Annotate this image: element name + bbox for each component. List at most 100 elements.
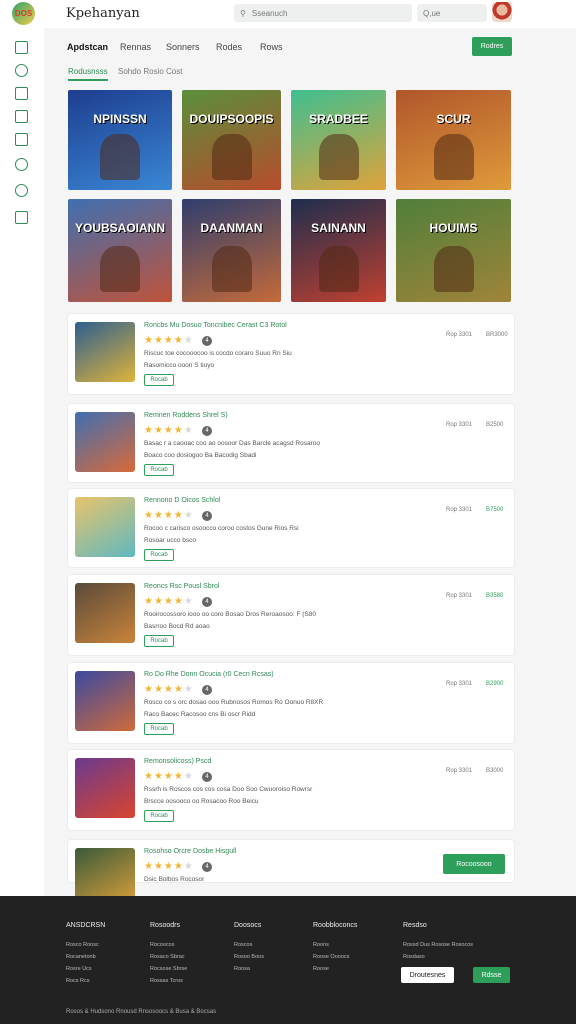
card-action-button[interactable]: Rocab <box>144 464 174 476</box>
help-icon[interactable] <box>15 184 28 197</box>
footer-link[interactable]: Rocanetonb <box>66 954 96 960</box>
library-icon[interactable] <box>15 87 28 100</box>
tile-title: SCUR <box>436 112 471 126</box>
game-thumbnail[interactable] <box>75 758 135 818</box>
secondary-search-input[interactable]: Q,ue <box>417 4 487 22</box>
star-rating: ★★★★★ <box>144 425 194 436</box>
footer-link[interactable]: Rosoo Boos <box>234 954 264 960</box>
nav-item-3[interactable]: Sonners <box>166 42 200 52</box>
tile-artwork <box>211 134 252 180</box>
rating-badge: 4 <box>202 772 212 782</box>
footer-heading: Doosocs <box>234 922 262 929</box>
game-card[interactable]: Remonsolicoss) Pscd ★★★★★ 4 Rssrh is Ros… <box>68 750 514 830</box>
game-thumbnail[interactable] <box>75 497 135 557</box>
card-action-button[interactable]: Rocab <box>144 723 174 735</box>
featured-game-tile[interactable]: SAINANN <box>291 199 386 302</box>
game-title[interactable]: Reoncs Rsc Pousl Sbrol <box>144 583 219 590</box>
game-title[interactable]: Remonsolicoss) Pscd <box>144 758 211 765</box>
footer-heading: Resdso <box>403 922 427 929</box>
footer-link[interactable]: Rossas Tcros <box>150 978 183 984</box>
app-title: Kpehanyan <box>66 6 140 21</box>
settings-icon[interactable] <box>15 211 28 224</box>
card-action-button[interactable]: Rocab <box>144 810 174 822</box>
game-description: Basac r a caooac coo ao oosoor Das Barcl… <box>144 440 320 447</box>
featured-game-tile[interactable]: DAANMAN <box>182 199 281 302</box>
tile-artwork <box>318 246 359 292</box>
star-rating: ★★★★★ <box>144 684 194 695</box>
footer-link[interactable]: Rosdaso <box>403 954 425 960</box>
footer-link[interactable]: Rosco Roosc <box>66 942 99 948</box>
footer-link[interactable]: Roose <box>313 966 329 972</box>
user-avatar[interactable] <box>492 2 512 22</box>
search-input[interactable]: ⚲ Sseanuch <box>234 4 412 22</box>
game-meta: Rop 3301 <box>446 768 473 774</box>
tile-artwork <box>100 134 140 180</box>
nav-item-2[interactable]: Rennas <box>120 42 151 52</box>
featured-game-tile[interactable]: NPINSSN <box>68 90 172 190</box>
tile-title: YOUBSAOIANN <box>74 221 165 235</box>
game-thumbnail[interactable] <box>75 322 135 382</box>
rating-badge: 4 <box>202 862 212 872</box>
nav-action-button[interactable]: Rodres <box>472 37 512 56</box>
footer-link[interactable]: Rocsose Sbrse <box>150 966 187 972</box>
game-card[interactable]: Roncbs Mu Dosuo Toncnibec Cerast C3 Roto… <box>68 314 514 394</box>
footer-link[interactable]: Roons <box>313 942 329 948</box>
card-action-button[interactable]: Rocab <box>144 635 174 647</box>
tag-icon[interactable] <box>15 110 28 123</box>
game-description-2: Boaco coo dosiogoo Ba Bacodig Sbadi <box>144 452 257 459</box>
game-title[interactable]: Ro Do Rhe Donn Ocucia (r0 Cecn Rcsas) <box>144 671 274 678</box>
secondary-search-text: Q,ue <box>423 8 441 18</box>
game-card[interactable]: Ro Do Rhe Donn Ocucia (r0 Cecn Rcsas) ★★… <box>68 663 514 743</box>
gamepad-icon[interactable] <box>15 64 28 77</box>
home-icon[interactable] <box>15 41 28 54</box>
footer-link[interactable]: Roosa <box>234 966 250 972</box>
featured-game-tile[interactable]: SCUR <box>396 90 511 190</box>
game-thumbnail[interactable] <box>75 583 135 643</box>
game-card[interactable]: Rosohso Orcre Dosbe Hisgull ★★★★★ 4 Dsic… <box>68 840 514 908</box>
sidebar <box>0 28 44 896</box>
game-description-2: Rasomicco ooon S tiuyo <box>144 362 215 369</box>
footer-primary-button[interactable]: Droutesnes <box>401 967 454 983</box>
game-card[interactable]: Reoncs Rsc Pousl Sbrol ★★★★★ 4 Rooirocos… <box>68 575 514 655</box>
game-card[interactable]: Rennono D Oicos Schlol ★★★★★ 4 Rocoo c c… <box>68 489 514 567</box>
game-description-2: Rosoar ucco bsco <box>144 537 197 544</box>
game-title[interactable]: Roncbs Mu Dosuo Toncnibec Cerast C3 Roto… <box>144 322 287 329</box>
nav-item-4[interactable]: Rodes <box>216 42 242 52</box>
footer-link[interactable]: Rocoocos <box>150 942 174 948</box>
footer-link[interactable]: Roscos <box>234 942 252 948</box>
game-title[interactable]: Remnen Roddens Shrel S) <box>144 412 228 419</box>
featured-game-tile[interactable]: DOUIPSOOPIS <box>182 90 281 190</box>
footer-link[interactable]: Rosre Ucs <box>66 966 92 972</box>
game-card[interactable]: Remnen Roddens Shrel S) ★★★★★ 4 Basac r … <box>68 404 514 482</box>
nav-item-1[interactable]: Apdstcan <box>67 42 108 52</box>
nav-item-5[interactable]: Rows <box>260 42 283 52</box>
game-description: Rooirocossoro iooo oo coro Bosao Dros Re… <box>144 611 316 618</box>
subtab-2[interactable]: Sohdo Rosio Cost <box>118 67 182 76</box>
card-action-button[interactable]: Rocab <box>144 549 174 561</box>
featured-game-tile[interactable]: YOUBSAOIANN <box>68 199 172 302</box>
app-logo[interactable]: DOS <box>12 2 35 25</box>
card-action-button[interactable]: Rocoosooo <box>443 854 505 874</box>
game-meta: Rop 3301 <box>446 507 473 513</box>
tile-title: HOUIMS <box>429 221 478 235</box>
footer-link[interactable]: Rosaco Sbrac <box>150 954 185 960</box>
community-icon[interactable] <box>15 158 28 171</box>
subtab-1[interactable]: Rodusnsss <box>68 67 108 81</box>
game-title[interactable]: Rosohso Orcre Dosbe Hisgull <box>144 848 236 855</box>
footer-secondary-button[interactable]: Rdsse <box>473 967 510 983</box>
game-thumbnail[interactable] <box>75 671 135 731</box>
game-title[interactable]: Rennono D Oicos Schlol <box>144 497 220 504</box>
featured-game-tile[interactable]: SRADBEE <box>291 90 386 190</box>
main-content: Apdstcan Rennas Sonners Rodes Rows Rodre… <box>56 28 526 908</box>
featured-game-tile[interactable]: HOUIMS <box>396 199 511 302</box>
footer-link[interactable]: Roose Oooocs <box>313 954 349 960</box>
chat-icon[interactable] <box>15 133 28 146</box>
footer-link[interactable]: Rossd Dus Rosose Rosocos <box>403 942 473 948</box>
game-thumbnail[interactable] <box>75 412 135 472</box>
rating-badge: 4 <box>202 511 212 521</box>
star-rating: ★★★★★ <box>144 596 194 607</box>
footer-link[interactable]: Rocs Rcs <box>66 978 90 984</box>
game-price: B3580 <box>486 593 504 599</box>
card-action-button[interactable]: Rocab <box>144 374 174 386</box>
search-placeholder: Sseanuch <box>251 8 288 18</box>
